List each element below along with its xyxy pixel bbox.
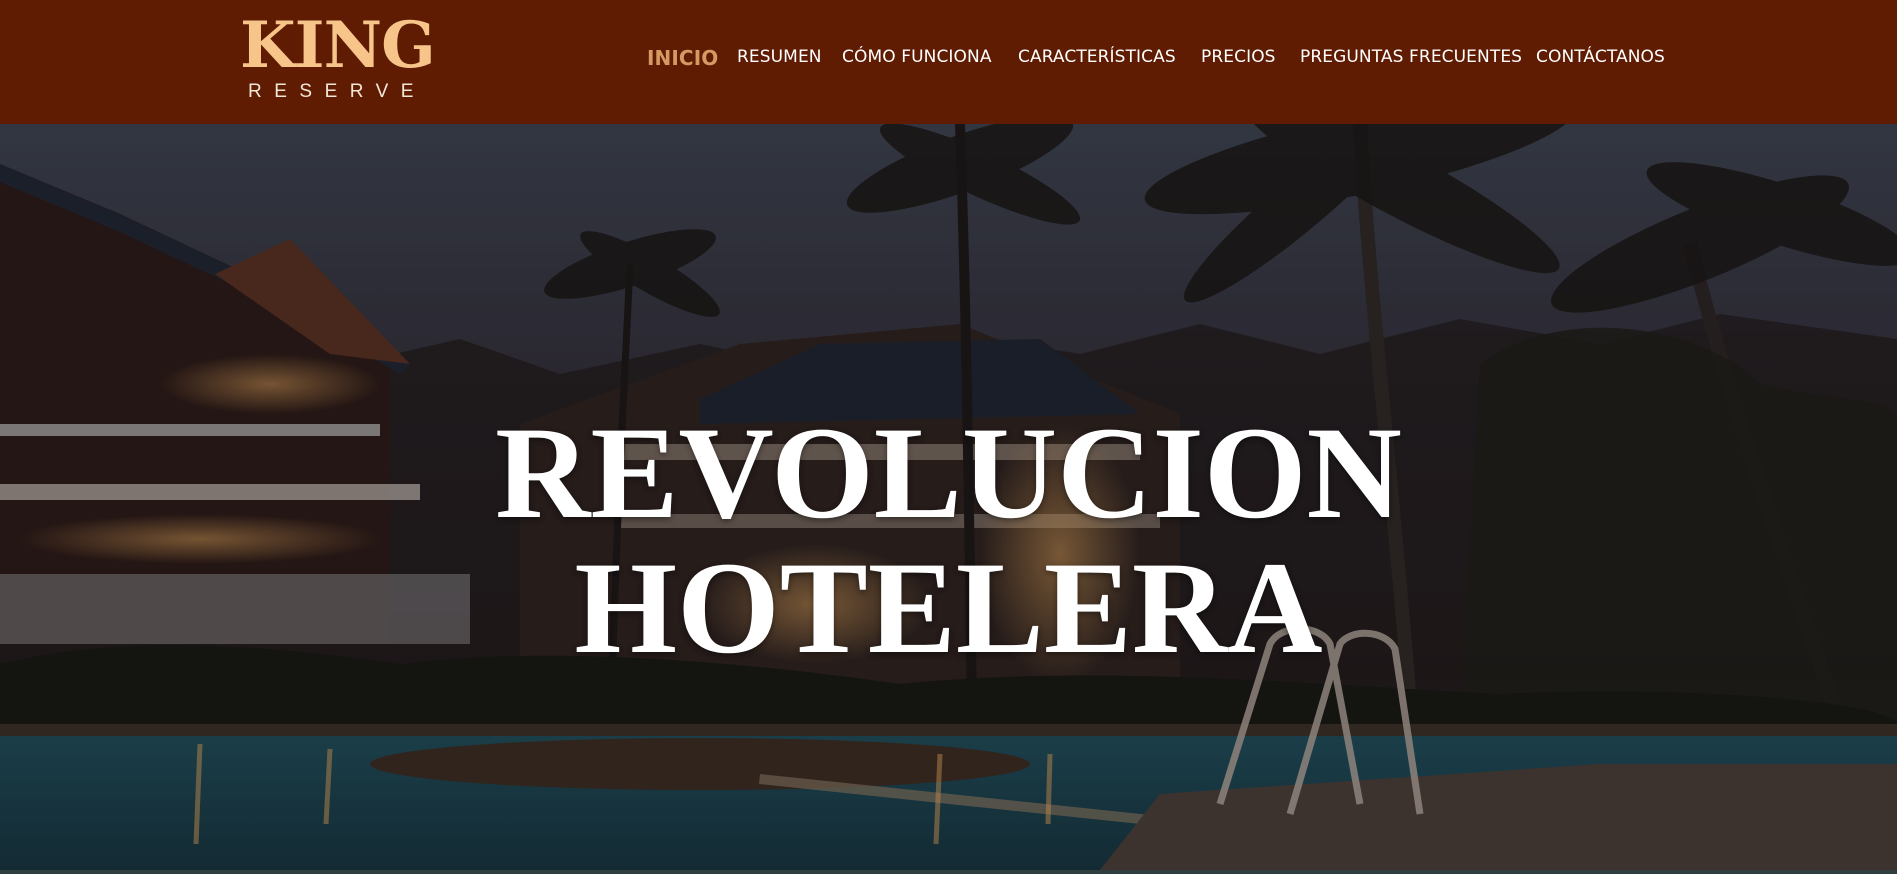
site-header: KING RESERVE INICIO RESUMEN CÓMO FUNCION… (0, 0, 1897, 124)
brand-tagline: RESERVE (248, 81, 426, 102)
nav-item-inicio[interactable]: INICIO (647, 45, 718, 71)
hero-title-line-1: REVOLUCION (495, 399, 1402, 546)
hero-title-line-2: HOTELERA (574, 534, 1323, 681)
nav-item-resumen[interactable]: RESUMEN (737, 44, 822, 70)
nav-item-preguntas-frecuentes[interactable]: PREGUNTAS FRECUENTES (1300, 44, 1522, 70)
nav-item-precios[interactable]: PRECIOS (1201, 44, 1276, 70)
nav-item-caracteristicas[interactable]: CARACTERÍSTICAS (1018, 44, 1176, 70)
hero-section: REVOLUCION HOTELERA (0, 124, 1897, 870)
hero-bottom-strip (0, 870, 1897, 874)
main-nav: INICIO RESUMEN CÓMO FUNCIONA CARACTERÍST… (0, 44, 1897, 70)
nav-item-como-funciona[interactable]: CÓMO FUNCIONA (842, 44, 992, 70)
nav-item-contactanos[interactable]: CONTÁCTANOS (1536, 44, 1665, 70)
